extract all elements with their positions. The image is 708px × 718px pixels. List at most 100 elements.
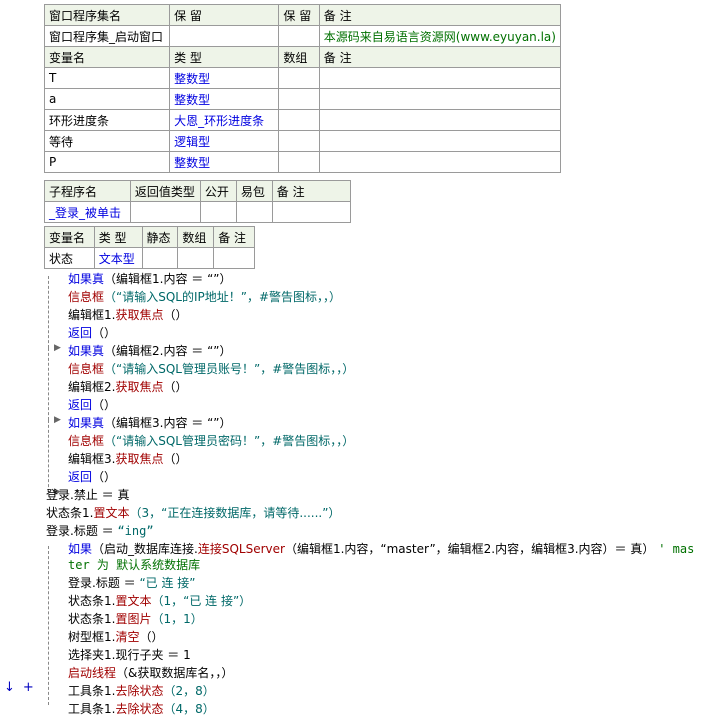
keyword: 返回 bbox=[68, 398, 93, 412]
remark-cell[interactable]: 本源码来自易语言资源网(www.eyuyan.la) bbox=[318, 25, 562, 47]
method: 置图片 bbox=[115, 612, 152, 626]
code-line[interactable]: 工具条1.去除状态（2，8） bbox=[46, 682, 706, 700]
header-cell: 类 型 bbox=[93, 226, 143, 248]
string-literal: “ing” bbox=[117, 524, 154, 538]
code-line[interactable]: 编辑框2.获取焦点（） bbox=[46, 378, 706, 396]
code-text: （2，8） bbox=[163, 684, 215, 698]
var-type[interactable]: 整数型 bbox=[169, 151, 280, 173]
code-line[interactable]: 信息框（“请输入SQL的IP地址！”，#警告图标，，） bbox=[46, 288, 706, 306]
value: 真 bbox=[117, 488, 130, 502]
cell[interactable] bbox=[169, 25, 280, 47]
code-line[interactable]: 编辑框3.获取焦点（） bbox=[46, 450, 706, 468]
cell[interactable] bbox=[278, 67, 320, 89]
method: 获取焦点 bbox=[115, 452, 164, 466]
code-text: 工具条1. bbox=[68, 684, 116, 698]
header-cell: 类 型 bbox=[169, 46, 280, 68]
code-line[interactable]: 状态条1.置文本（3，“正在连接数据库，请等待......”） bbox=[46, 504, 706, 522]
keyword: 如果真 bbox=[68, 344, 105, 358]
code-text: （&获取数据库名，，） bbox=[116, 666, 234, 680]
command: 信息框 bbox=[68, 290, 105, 304]
var-type[interactable]: 文本型 bbox=[93, 247, 143, 269]
method: 置文本 bbox=[93, 506, 130, 520]
keyword: 如果真 bbox=[68, 272, 105, 286]
code-text: （编辑框3.内容 ＝ “”） bbox=[104, 416, 232, 430]
code-line[interactable]: 返回（） bbox=[46, 324, 706, 342]
keyword: 如果真 bbox=[68, 416, 105, 430]
table-row: a 整数型 bbox=[43, 88, 562, 110]
code-line[interactable]: 登录.标题 ＝ “已 连 接” bbox=[46, 574, 706, 592]
code-line[interactable]: 登录.标题 ＝ “ing” bbox=[46, 522, 706, 540]
cell[interactable] bbox=[141, 247, 179, 269]
code-text: （1，“已 连 接”） bbox=[151, 594, 252, 608]
cell[interactable] bbox=[278, 109, 320, 131]
code-line[interactable]: 启动线程（&获取数据库名，，） bbox=[46, 664, 706, 682]
keyword: 返回 bbox=[68, 326, 93, 340]
code-line[interactable]: 信息框（“请输入SQL管理员密码！”，#警告图标，，） bbox=[46, 432, 706, 450]
code-text: （“请输入SQL的IP地址！”，#警告图标，，） bbox=[104, 290, 342, 304]
code-line[interactable]: ter 为 默认系统数据库 bbox=[46, 558, 706, 574]
cell[interactable] bbox=[235, 201, 273, 223]
table-row: 等待 逻辑型 bbox=[43, 130, 562, 152]
comment: ter 为 默认系统数据库 bbox=[68, 558, 201, 572]
code-line[interactable]: 编辑框1.获取焦点（） bbox=[46, 306, 706, 324]
header-cell: 备 注 bbox=[318, 4, 562, 26]
code-line[interactable]: 如果真（编辑框2.内容 ＝ “”） bbox=[46, 342, 706, 360]
code-line[interactable]: 返回（） bbox=[46, 468, 706, 486]
var-name[interactable]: P bbox=[43, 151, 171, 173]
var-name[interactable]: 环形进度条 bbox=[43, 109, 171, 131]
cell[interactable] bbox=[278, 151, 320, 173]
code-text: 树型框1. bbox=[68, 630, 116, 644]
code-editor[interactable]: 如果真（编辑框1.内容 ＝ “”） 信息框（“请输入SQL的IP地址！”，#警告… bbox=[46, 270, 706, 718]
code-line[interactable]: 状态条1.置文本（1，“已 连 接”） bbox=[46, 592, 706, 610]
scroll-down-icon[interactable]: ↓ bbox=[4, 680, 15, 695]
cell[interactable] bbox=[318, 88, 562, 110]
cell[interactable] bbox=[278, 88, 320, 110]
var-name[interactable]: 等待 bbox=[43, 130, 171, 152]
method: 置文本 bbox=[115, 594, 152, 608]
code-text: （） bbox=[163, 452, 188, 466]
code-line[interactable]: 如果（启动_数据库连接.连接SQLServer（编辑框1.内容，“master”… bbox=[46, 540, 706, 558]
var-type[interactable]: 整数型 bbox=[169, 88, 280, 110]
cell[interactable] bbox=[318, 151, 562, 173]
code-line[interactable]: 树型框1.清空（） bbox=[46, 628, 706, 646]
code-line[interactable]: 登录.禁止 ＝ 真 bbox=[46, 486, 706, 504]
table-row: _登录_被单击 bbox=[44, 201, 352, 223]
var-name[interactable]: 状态 bbox=[44, 247, 95, 269]
cell[interactable] bbox=[271, 201, 352, 223]
add-line-icon[interactable]: + bbox=[23, 680, 34, 695]
code-line[interactable]: 如果真（编辑框1.内容 ＝ “”） bbox=[46, 270, 706, 288]
code-line[interactable]: 如果真（编辑框3.内容 ＝ “”） bbox=[46, 414, 706, 432]
header-cell: 备 注 bbox=[213, 226, 255, 248]
code-line[interactable]: 工具条1.去除状态（4，8） bbox=[46, 700, 706, 718]
var-name[interactable]: T bbox=[43, 67, 171, 89]
code-line[interactable]: 状态条1.置图片（1，1） bbox=[46, 610, 706, 628]
header-cell: 数组 bbox=[177, 226, 215, 248]
subroutine-name[interactable]: _登录_被单击 bbox=[44, 201, 131, 223]
var-type[interactable]: 逻辑型 bbox=[169, 130, 280, 152]
program-set-name[interactable]: 窗口程序集_启动窗口 bbox=[43, 25, 171, 47]
table-row: 窗口程序集名 保 留 保 留 备 注 bbox=[43, 4, 562, 26]
var-type[interactable]: 大恩_环形进度条 bbox=[169, 109, 280, 131]
header-cell: 变量名 bbox=[44, 226, 95, 248]
var-name[interactable]: a bbox=[43, 88, 171, 110]
var-type[interactable]: 整数型 bbox=[169, 67, 280, 89]
cell[interactable] bbox=[318, 130, 562, 152]
cell[interactable] bbox=[278, 25, 320, 47]
code-line[interactable]: 信息框（“请输入SQL管理员账号！”，#警告图标，，） bbox=[46, 360, 706, 378]
code-text: 编辑框2. bbox=[68, 380, 116, 394]
code-text: （启动_数据库连接. bbox=[92, 542, 198, 556]
cell[interactable] bbox=[199, 201, 237, 223]
cell[interactable] bbox=[318, 109, 562, 131]
cell[interactable] bbox=[318, 67, 562, 89]
cell[interactable] bbox=[177, 247, 215, 269]
code-line[interactable]: 选择夹1.现行子夹 ＝ 1 bbox=[46, 646, 706, 664]
table-row: 状态 文本型 bbox=[44, 247, 255, 269]
code-text: （） bbox=[163, 308, 188, 322]
cell[interactable] bbox=[129, 201, 201, 223]
code-text: （） bbox=[92, 470, 117, 484]
table-row: T 整数型 bbox=[43, 67, 562, 89]
header-cell: 易包 bbox=[235, 180, 273, 202]
code-line[interactable]: 返回（） bbox=[46, 396, 706, 414]
cell[interactable] bbox=[278, 130, 320, 152]
cell[interactable] bbox=[213, 247, 255, 269]
